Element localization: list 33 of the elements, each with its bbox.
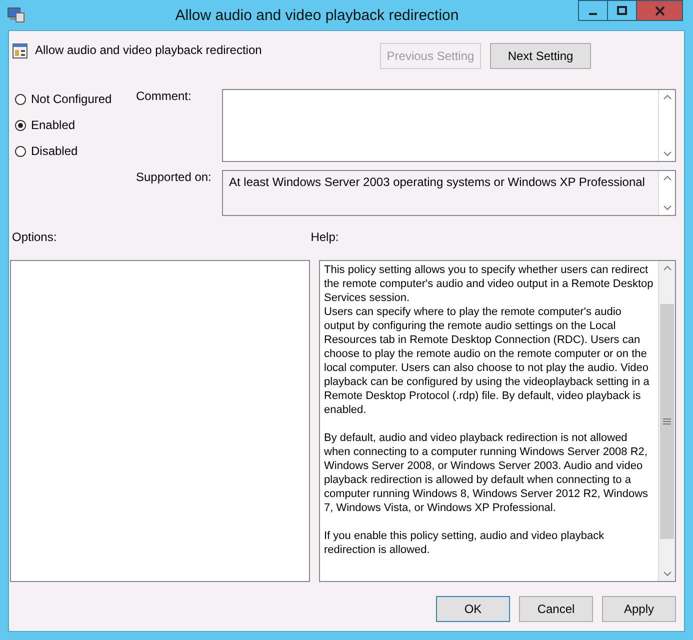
scrollbar[interactable] xyxy=(658,261,675,581)
radio-option[interactable]: Disabled xyxy=(15,144,136,158)
radio-button[interactable] xyxy=(15,120,26,130)
comment-label: Comment: xyxy=(136,89,192,105)
scrollbar[interactable] xyxy=(658,171,675,215)
policy-icon xyxy=(12,43,28,59)
radio-button[interactable] xyxy=(15,94,26,104)
radio-button[interactable] xyxy=(15,146,26,156)
setting-name: Allow audio and video playback redirection xyxy=(35,43,262,57)
window-title: Allow audio and video playback redirection xyxy=(174,6,460,24)
dialog-button[interactable]: OK xyxy=(436,596,510,622)
options-label: Options: xyxy=(12,230,57,246)
help-paragraph: If you enable this policy setting, audio and video playback redirection is allowed. xyxy=(324,529,606,557)
supported-on-label: Supported on: xyxy=(136,170,212,186)
scroll-thumb[interactable] xyxy=(660,304,674,538)
dialog-button[interactable]: Apply xyxy=(602,596,676,622)
dialog-button[interactable]: Cancel xyxy=(519,596,593,622)
maximize-button[interactable] xyxy=(607,0,637,21)
comment-field[interactable] xyxy=(222,89,676,162)
minimize-button[interactable] xyxy=(578,0,608,21)
radio-option[interactable]: Not Configured xyxy=(15,92,136,106)
nav-button[interactable]: Next Setting xyxy=(490,43,591,69)
help-paragraph: This policy setting allows you to specify whether users can redirect the remote computer's audio and video output in a Remote Desktop Services session. Users can specify where to play the remote computer's audio output by configuring the remote audio settings on the Local Resources tab in Remote Desktop Connection (RDC). Users can choose to play the remote audio on the remote computer or on the local computer. Users can also choose to not play the audio. Video playback can be configured by using the videoplayback setting in a Remote Desktop Protocol (.rdp) file. By default, video playback is enabled. xyxy=(324,263,654,417)
maximize-icon xyxy=(616,6,628,16)
close-icon xyxy=(654,6,666,16)
minimize-icon xyxy=(589,12,597,14)
supported-on-value: At least Windows Server 2003 operating systems or Windows XP Professional xyxy=(228,174,646,191)
help-paragraph: By default, audio and video playback redirection is not allowed when connecting to a computer running Windows Server 2008 R2, Windows Server 2008, or Windows Server 2003. Audio and video playback redirection is allowed by default when connecting to a computer running Windows 8, Windows Server 2012 R2, Windows 7, Windows Vista, or Windows XP Professional. xyxy=(324,431,650,515)
computer-icon xyxy=(7,7,25,23)
grip-icon xyxy=(663,418,671,424)
close-button[interactable] xyxy=(636,0,683,21)
help-label: Help: xyxy=(310,230,339,246)
radio-option[interactable]: Enabled xyxy=(15,118,136,132)
